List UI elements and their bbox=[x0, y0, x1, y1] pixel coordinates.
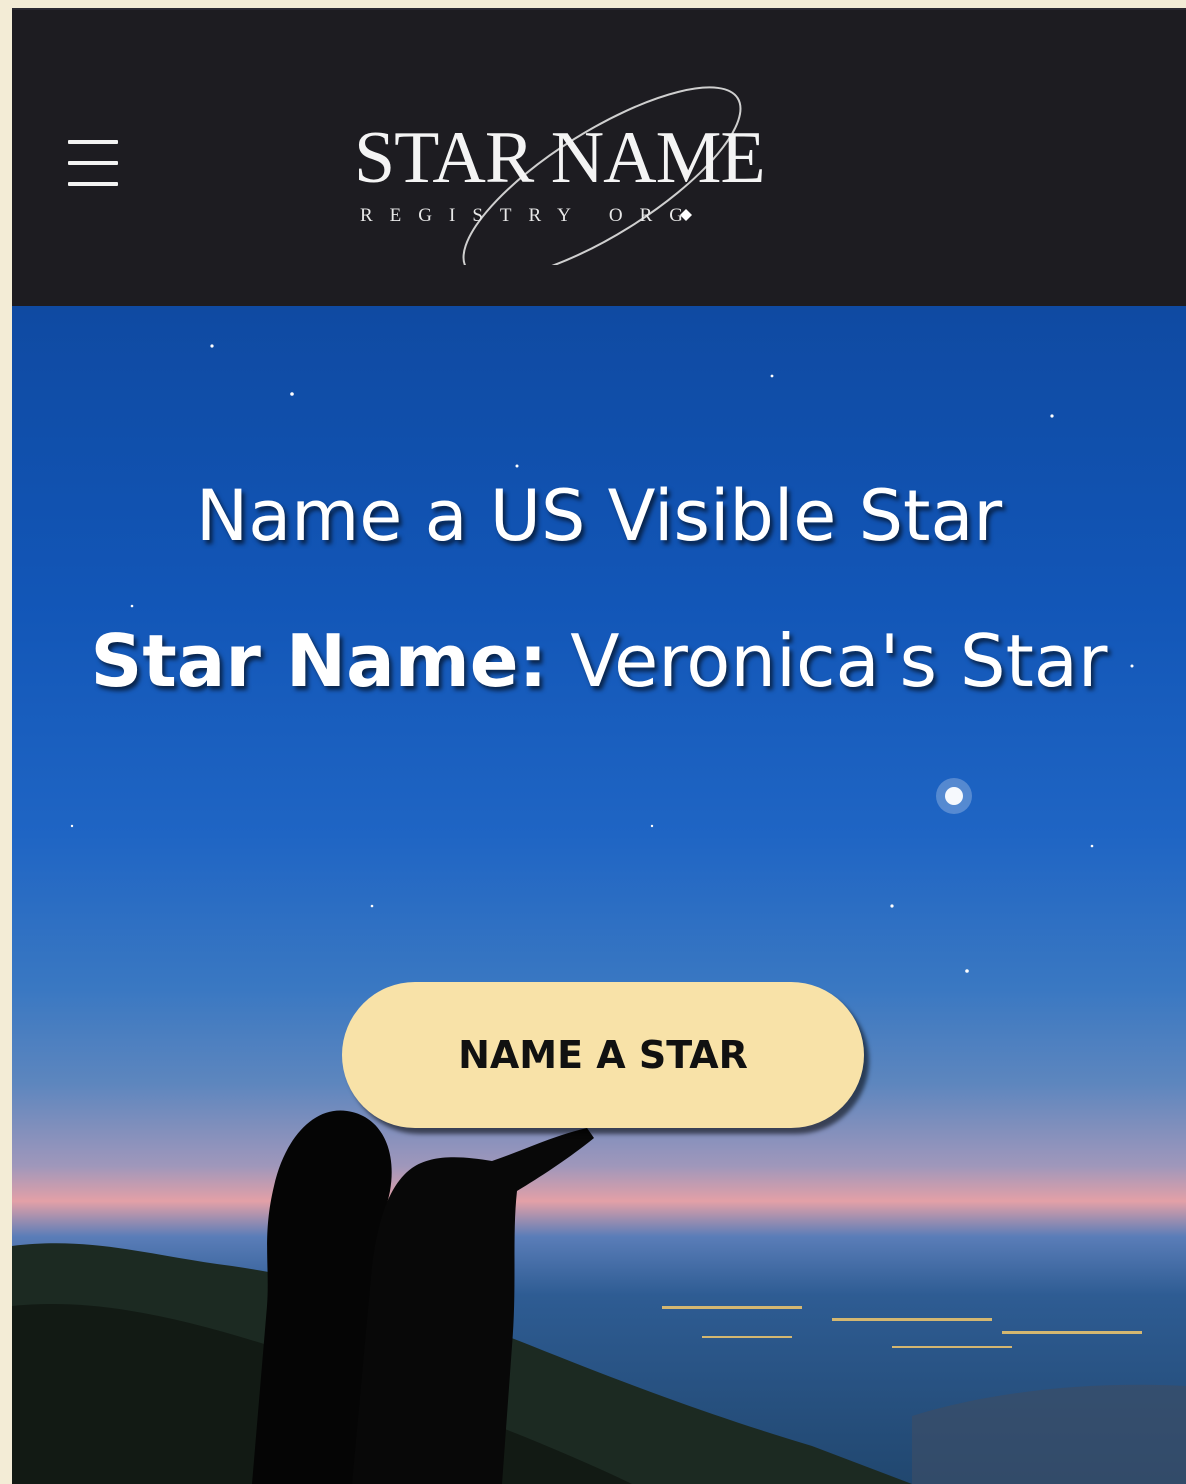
page-frame: STAR NAME REGISTRY ORG Name a US Visible… bbox=[12, 8, 1186, 1484]
hero-title: Name a US Visible Star bbox=[195, 475, 1003, 557]
star-name-label: Star Name: bbox=[90, 619, 548, 703]
logo-sub-text: REGISTRY ORG bbox=[360, 205, 701, 226]
hero-star-name: Star Name: Veronica's Star bbox=[72, 618, 1126, 704]
name-a-star-button[interactable]: NAME A STAR bbox=[342, 982, 864, 1128]
star-name-value: Veronica's Star bbox=[570, 619, 1108, 703]
site-header: STAR NAME REGISTRY ORG bbox=[12, 8, 1186, 306]
site-logo[interactable]: STAR NAME REGISTRY ORG bbox=[342, 65, 852, 265]
hero-section: Name a US Visible Star Star Name: Veroni… bbox=[12, 306, 1186, 1484]
logo-main-text: STAR NAME bbox=[354, 117, 766, 199]
hamburger-menu-icon[interactable] bbox=[68, 140, 118, 186]
